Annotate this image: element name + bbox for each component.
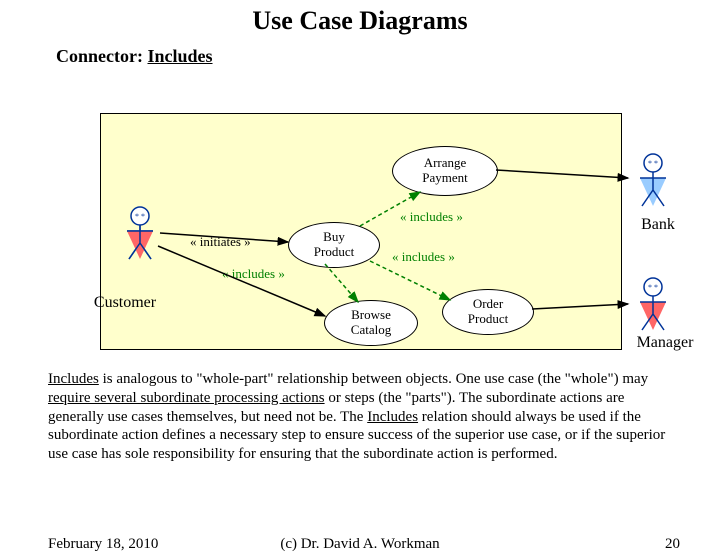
svg-text:* *: * * xyxy=(648,283,658,292)
stick-figure-icon: * * xyxy=(628,152,678,208)
assoc-label-includes-3: « includes » xyxy=(222,266,285,282)
subtitle-prefix: Connector: xyxy=(56,46,147,66)
actor-customer-label: Customer xyxy=(80,294,170,312)
para-includes-kw2: Includes xyxy=(367,409,418,425)
usecase-browse-catalog: Browse Catalog xyxy=(324,300,418,346)
para-seg: is analogous to "whole-part" relationshi… xyxy=(99,371,648,387)
footer-copyright: (c) Dr. David A. Workman xyxy=(0,536,720,553)
actor-customer-figure: * * xyxy=(115,205,165,275)
usecase-label: Order Product xyxy=(468,297,508,327)
slide-subtitle: Connector: Includes xyxy=(56,46,720,67)
assoc-label-includes-1: « includes » xyxy=(400,209,463,225)
usecase-order-product: Order Product xyxy=(442,289,534,335)
subtitle-em: Includes xyxy=(147,46,212,66)
assoc-label-initiates: « initiates » xyxy=(190,234,251,250)
stick-figure-icon: * * xyxy=(628,276,678,332)
slide-title: Use Case Diagrams xyxy=(0,6,720,36)
usecase-label: Buy Product xyxy=(314,230,354,260)
svg-text:* *: * * xyxy=(648,159,658,168)
explanation-paragraph: Includes is analogous to "whole-part" re… xyxy=(48,370,676,464)
footer-page-number: 20 xyxy=(665,536,680,553)
stick-figure-icon: * * xyxy=(115,205,165,261)
usecase-label: Browse Catalog xyxy=(351,308,391,338)
para-ul-seg: require several subordinate processing a… xyxy=(48,390,325,406)
actor-manager-label: Manager xyxy=(625,334,705,352)
para-includes-kw: Includes xyxy=(48,371,99,387)
usecase-arrange-payment: Arrange Payment xyxy=(392,146,498,196)
svg-text:* *: * * xyxy=(135,212,145,221)
usecase-buy-product: Buy Product xyxy=(288,222,380,268)
actor-bank-label: Bank xyxy=(628,216,688,234)
actor-bank-figure: * * xyxy=(628,152,678,222)
assoc-label-includes-2: « includes » xyxy=(392,249,455,265)
usecase-label: Arrange Payment xyxy=(422,156,468,186)
